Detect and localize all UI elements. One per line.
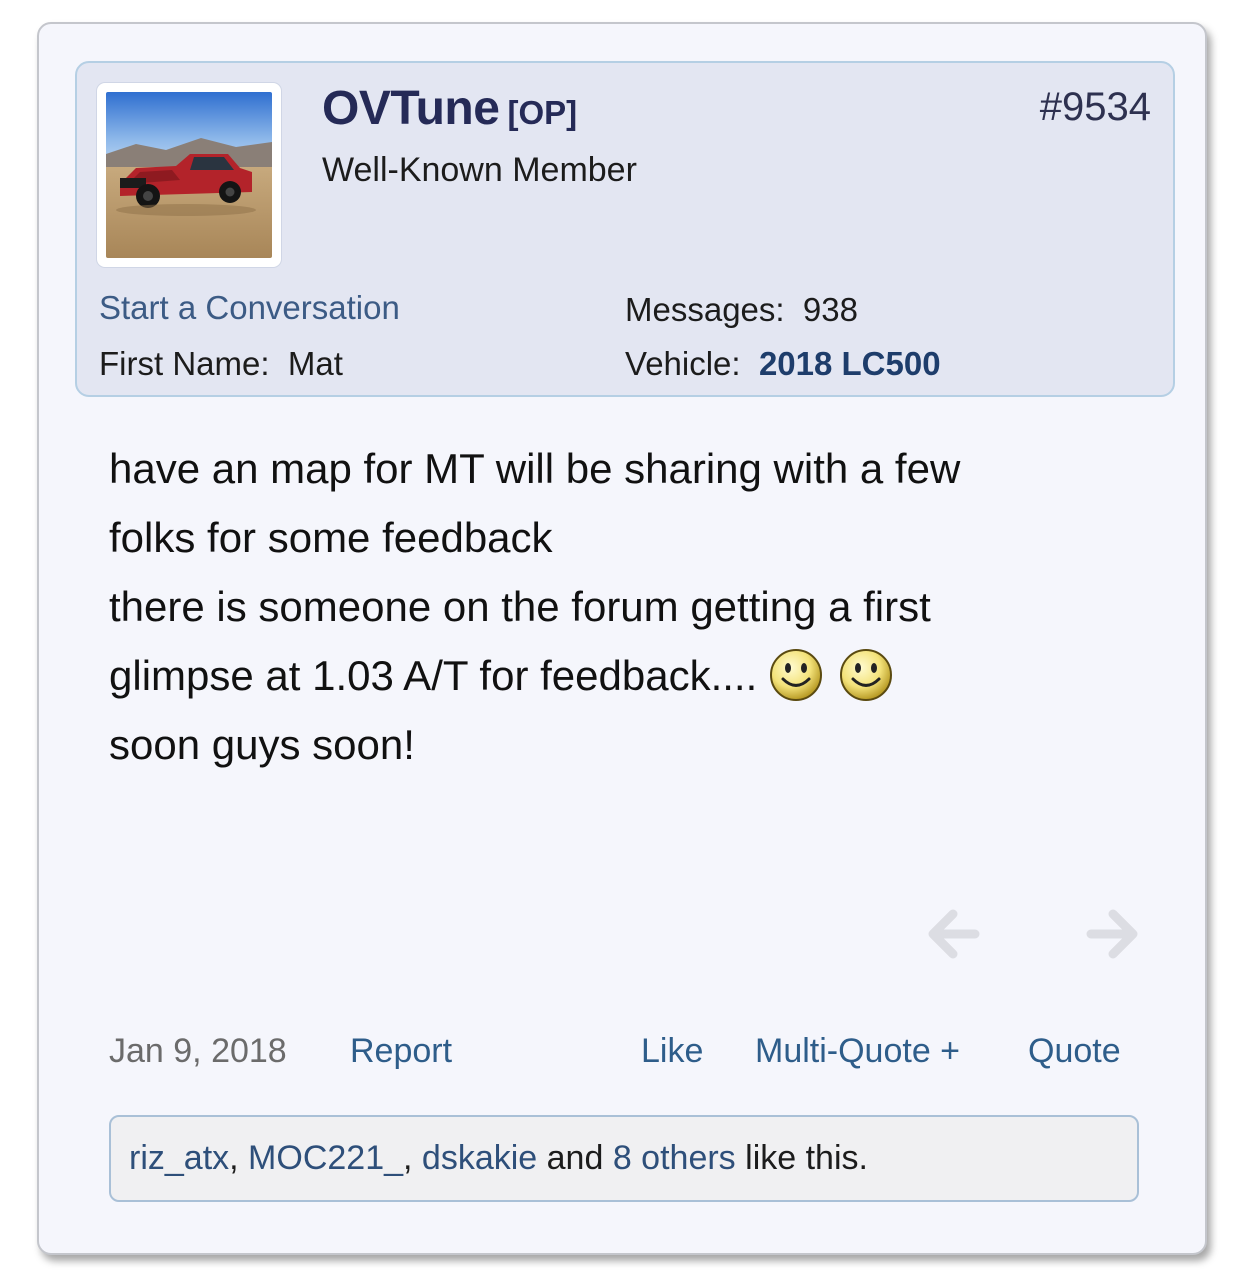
message-line: glimpse at 1.03 A/T for feedback.... <box>109 652 758 699</box>
post-date[interactable]: Jan 9, 2018 <box>109 1032 287 1071</box>
avatar[interactable] <box>106 92 272 258</box>
first-name-field: First Name: Mat <box>99 345 343 383</box>
post-card: OVTune [OP] Well-Known Member #9534 Start… <box>37 22 1207 1255</box>
username-row: OVTune [OP] <box>322 81 577 136</box>
like-link[interactable]: Like <box>641 1032 703 1071</box>
message-line: there is someone on the forum getting a … <box>109 583 931 630</box>
arrow-left-icon[interactable] <box>925 906 981 962</box>
messages-field: Messages: 938 <box>625 291 858 329</box>
quote-link[interactable]: Quote <box>1028 1032 1121 1071</box>
message-body: have an map for MT will be sharing with … <box>109 434 1169 779</box>
arrow-right-icon[interactable] <box>1085 906 1141 962</box>
start-conversation-link[interactable]: Start a Conversation <box>99 289 400 327</box>
smiley-icon <box>770 648 823 701</box>
report-link[interactable]: Report <box>350 1032 452 1071</box>
message-line: soon guys soon! <box>109 721 415 768</box>
first-name-label: First Name: <box>99 345 270 382</box>
post-number-link[interactable]: #9534 <box>1040 85 1151 130</box>
likes-separator: , <box>229 1139 249 1177</box>
first-name-value: Mat <box>287 345 343 382</box>
message-line-with-smileys: glimpse at 1.03 A/T for feedback.... <box>109 641 1169 710</box>
likes-suffix: like this. <box>735 1139 868 1177</box>
vehicle-label: Vehicle: <box>625 345 741 382</box>
messages-count: 938 <box>802 291 858 328</box>
multi-quote-link[interactable]: Multi-Quote + <box>755 1032 960 1071</box>
likes-summary: riz_atx, MOC221_, dskakie and 8 others l… <box>109 1115 1139 1202</box>
username[interactable]: OVTune <box>322 82 500 135</box>
message-line: have an map for MT will be sharing with … <box>109 445 961 492</box>
likes-separator: , <box>403 1139 422 1177</box>
op-badge: [OP] <box>507 94 578 131</box>
smiley-icon <box>840 648 893 701</box>
avatar-frame[interactable] <box>97 83 281 267</box>
user-title: Well-Known Member <box>322 151 637 189</box>
like-user-link[interactable]: riz_atx <box>129 1139 229 1177</box>
likes-and-text: and <box>537 1139 613 1177</box>
vehicle-value: 2018 LC500 <box>758 345 941 382</box>
avatar-truck-image <box>106 92 272 258</box>
user-info-block: OVTune [OP] Well-Known Member #9534 Start… <box>75 61 1175 397</box>
vehicle-field: Vehicle: 2018 LC500 <box>625 345 941 383</box>
like-user-link[interactable]: dskakie <box>422 1139 537 1177</box>
messages-label: Messages: <box>625 291 785 328</box>
like-user-link[interactable]: MOC221_ <box>248 1139 403 1177</box>
like-others-link[interactable]: 8 others <box>613 1139 736 1177</box>
message-line: folks for some feedback <box>109 514 553 561</box>
